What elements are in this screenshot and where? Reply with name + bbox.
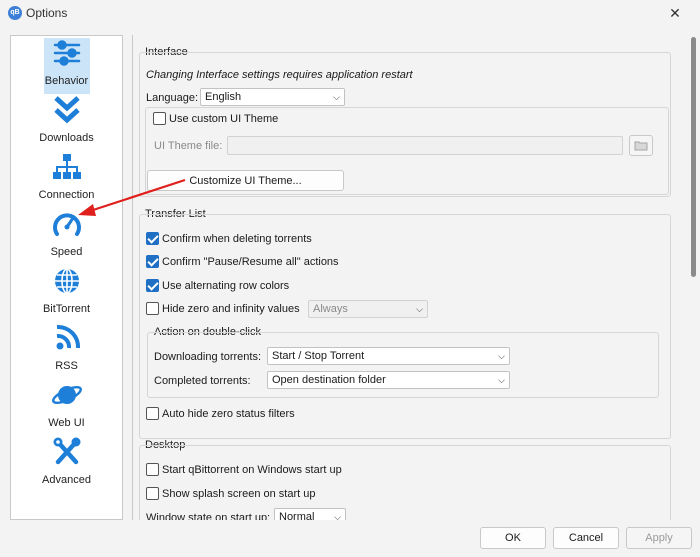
auto-hide-label: Auto hide zero status filters xyxy=(162,408,295,420)
double-chevron-down-icon xyxy=(54,96,80,124)
hide-zero-combo[interactable]: Always ⌵ xyxy=(308,300,428,318)
hide-zero-checkbox[interactable] xyxy=(146,302,159,315)
sidebar-item-advanced[interactable]: Advanced xyxy=(11,435,122,492)
chevron-down-icon: ⌵ xyxy=(334,512,341,520)
language-combo[interactable]: English ⌵ xyxy=(200,88,345,106)
folder-icon xyxy=(634,141,648,151)
language-value: English xyxy=(205,91,242,103)
sidebar-item-behavior[interactable]: Behavior xyxy=(11,36,122,94)
settings-content[interactable]: Interface Changing Interface settings re… xyxy=(132,35,690,520)
browse-folder-button[interactable] xyxy=(629,135,653,156)
customize-ui-theme-button[interactable]: Customize UI Theme... xyxy=(147,170,344,191)
network-icon xyxy=(53,154,81,179)
apply-button[interactable]: Apply xyxy=(626,527,692,549)
downloading-torrents-label: Downloading torrents: xyxy=(154,351,262,363)
sidebar-item-label: Connection xyxy=(38,189,95,201)
sidebar-item-web-ui[interactable]: Web UI xyxy=(11,378,122,435)
completed-torrents-label: Completed torrents: xyxy=(154,375,251,387)
restart-note: Changing Interface settings requires app… xyxy=(146,69,413,81)
downloading-torrents-value: Start / Stop Torrent xyxy=(272,350,365,362)
splash-screen-label: Show splash screen on start up xyxy=(162,488,316,500)
rss-icon xyxy=(56,325,80,350)
chevron-down-icon: ⌵ xyxy=(498,351,505,361)
window-state-combo[interactable]: Normal ⌵ xyxy=(274,508,346,520)
sidebar-item-speed[interactable]: Speed xyxy=(11,207,122,264)
ok-button[interactable]: OK xyxy=(480,527,546,549)
window-state-label: Window state on start up: xyxy=(146,512,271,520)
window-title: Options xyxy=(26,6,68,20)
sidebar-item-connection[interactable]: Connection xyxy=(11,150,122,207)
theme-file-input[interactable] xyxy=(227,136,623,155)
chevron-down-icon: ⌵ xyxy=(333,92,340,102)
language-label: Language: xyxy=(146,92,198,104)
desktop-group xyxy=(139,445,671,520)
sidebar-item-label: Web UI xyxy=(48,417,85,429)
sidebar-item-label: RSS xyxy=(55,360,78,372)
sidebar-item-label: BitTorrent xyxy=(42,303,91,315)
sidebar-item-label: Speed xyxy=(50,246,83,258)
custom-theme-label: Use custom UI Theme xyxy=(169,113,279,125)
scrollbar-thumb[interactable] xyxy=(691,37,696,277)
sliders-icon xyxy=(53,40,81,66)
globe-icon xyxy=(55,268,79,294)
alt-row-colors-checkbox[interactable] xyxy=(146,279,159,292)
vertical-scrollbar[interactable] xyxy=(690,36,698,519)
sidebar-item-downloads[interactable]: Downloads xyxy=(11,93,122,150)
auto-hide-checkbox[interactable] xyxy=(146,407,159,420)
confirm-pause-label: Confirm "Pause/Resume all" actions xyxy=(162,256,339,268)
planet-icon xyxy=(51,385,83,405)
app-icon: qB xyxy=(8,6,22,20)
custom-theme-checkbox[interactable] xyxy=(153,112,166,125)
sidebar-item-label: Behavior xyxy=(44,75,89,87)
start-on-windows-label: Start qBittorrent on Windows start up xyxy=(162,464,342,476)
chevron-down-icon: ⌵ xyxy=(498,375,505,385)
hide-zero-label: Hide zero and infinity values xyxy=(162,303,300,315)
completed-torrents-combo[interactable]: Open destination folder ⌵ xyxy=(267,371,510,389)
hide-zero-value: Always xyxy=(313,303,348,315)
window-state-value: Normal xyxy=(279,511,315,520)
sidebar-item-label: Advanced xyxy=(42,474,91,486)
downloading-torrents-combo[interactable]: Start / Stop Torrent ⌵ xyxy=(267,347,510,365)
sidebar-item-rss[interactable]: RSS xyxy=(11,321,122,378)
start-on-windows-checkbox[interactable] xyxy=(146,463,159,476)
splash-screen-checkbox[interactable] xyxy=(146,487,159,500)
sidebar-item-label: Downloads xyxy=(39,132,94,144)
title-bar: qB Options ✕ xyxy=(0,0,700,26)
completed-torrents-value: Open destination folder xyxy=(272,374,386,386)
cancel-button[interactable]: Cancel xyxy=(553,527,619,549)
alt-row-colors-label: Use alternating row colors xyxy=(162,280,290,292)
speedometer-icon xyxy=(53,213,81,236)
theme-file-label: UI Theme file: xyxy=(154,140,223,152)
sidebar-item-bittorrent[interactable]: BitTorrent xyxy=(11,264,122,321)
confirm-delete-label: Confirm when deleting torrents xyxy=(162,233,312,245)
chevron-down-icon: ⌵ xyxy=(416,304,423,314)
tools-icon xyxy=(53,437,81,465)
confirm-delete-checkbox[interactable] xyxy=(146,232,159,245)
confirm-pause-checkbox[interactable] xyxy=(146,255,159,268)
category-sidebar: Behavior Downloads Connection Speed BitT… xyxy=(10,35,123,520)
close-button[interactable]: ✕ xyxy=(660,2,690,24)
